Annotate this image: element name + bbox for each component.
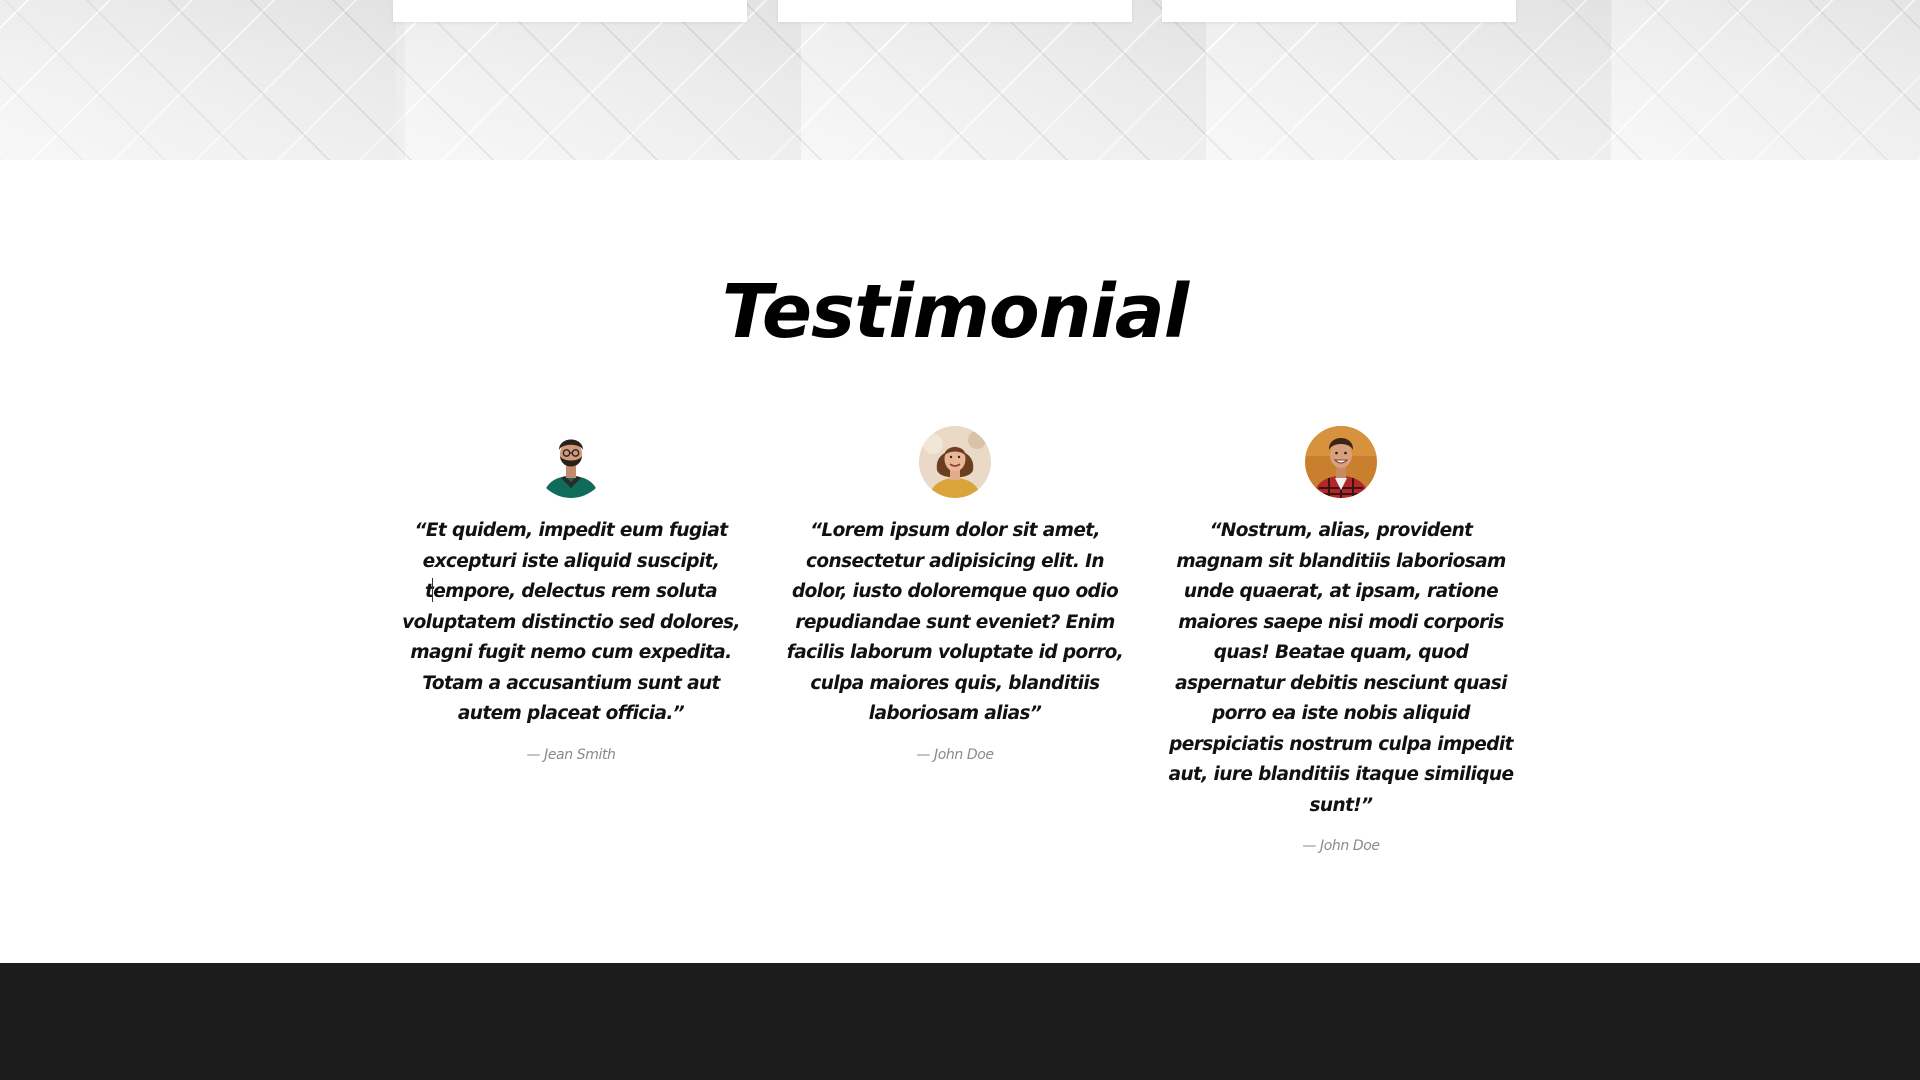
testimonial-quote: “Et quidem, impedit eum fugiat excepturi…: [402, 520, 740, 724]
testimonial-card: “Lorem ipsum dolor sit amet, consectetur…: [775, 426, 1135, 763]
testimonial-quote: “Lorem ipsum dolor sit amet, consectetur…: [786, 520, 1124, 724]
pattern-tile: [1206, 0, 1611, 160]
section-title: Testimonial: [721, 269, 1189, 355]
pattern-tile: [396, 0, 801, 160]
testimonial-author: — John Doe: [916, 746, 994, 763]
avatar-woman-icon: [919, 426, 991, 498]
testimonial-author: — Jean Smith: [526, 746, 616, 763]
pattern-tile: [0, 0, 405, 160]
avatar-bearded-man-icon: [535, 426, 607, 498]
page: Testimonial “Et quidem, impedit eum fugi…: [0, 0, 1920, 1080]
testimonial-card: “Nostrum, alias, provident magnam sit bl…: [1161, 426, 1521, 854]
avatar-smiling-man-icon: [1305, 426, 1377, 498]
testimonial-author: — John Doe: [1302, 838, 1380, 854]
pattern-tile: [1612, 0, 1920, 160]
testimonial-card: “Et quidem, impedit eum fugiat excepturi…: [391, 426, 751, 763]
top-card-1: [393, 0, 747, 22]
top-card-3: [1162, 0, 1516, 22]
footer-band: [0, 963, 1920, 1080]
pattern-tile: [801, 0, 1206, 160]
text-cursor: [432, 578, 433, 602]
top-pattern-band: [0, 0, 1920, 160]
top-card-2: [778, 0, 1132, 22]
testimonial-quote: “Nostrum, alias, provident magnam sit bl…: [1168, 520, 1514, 816]
